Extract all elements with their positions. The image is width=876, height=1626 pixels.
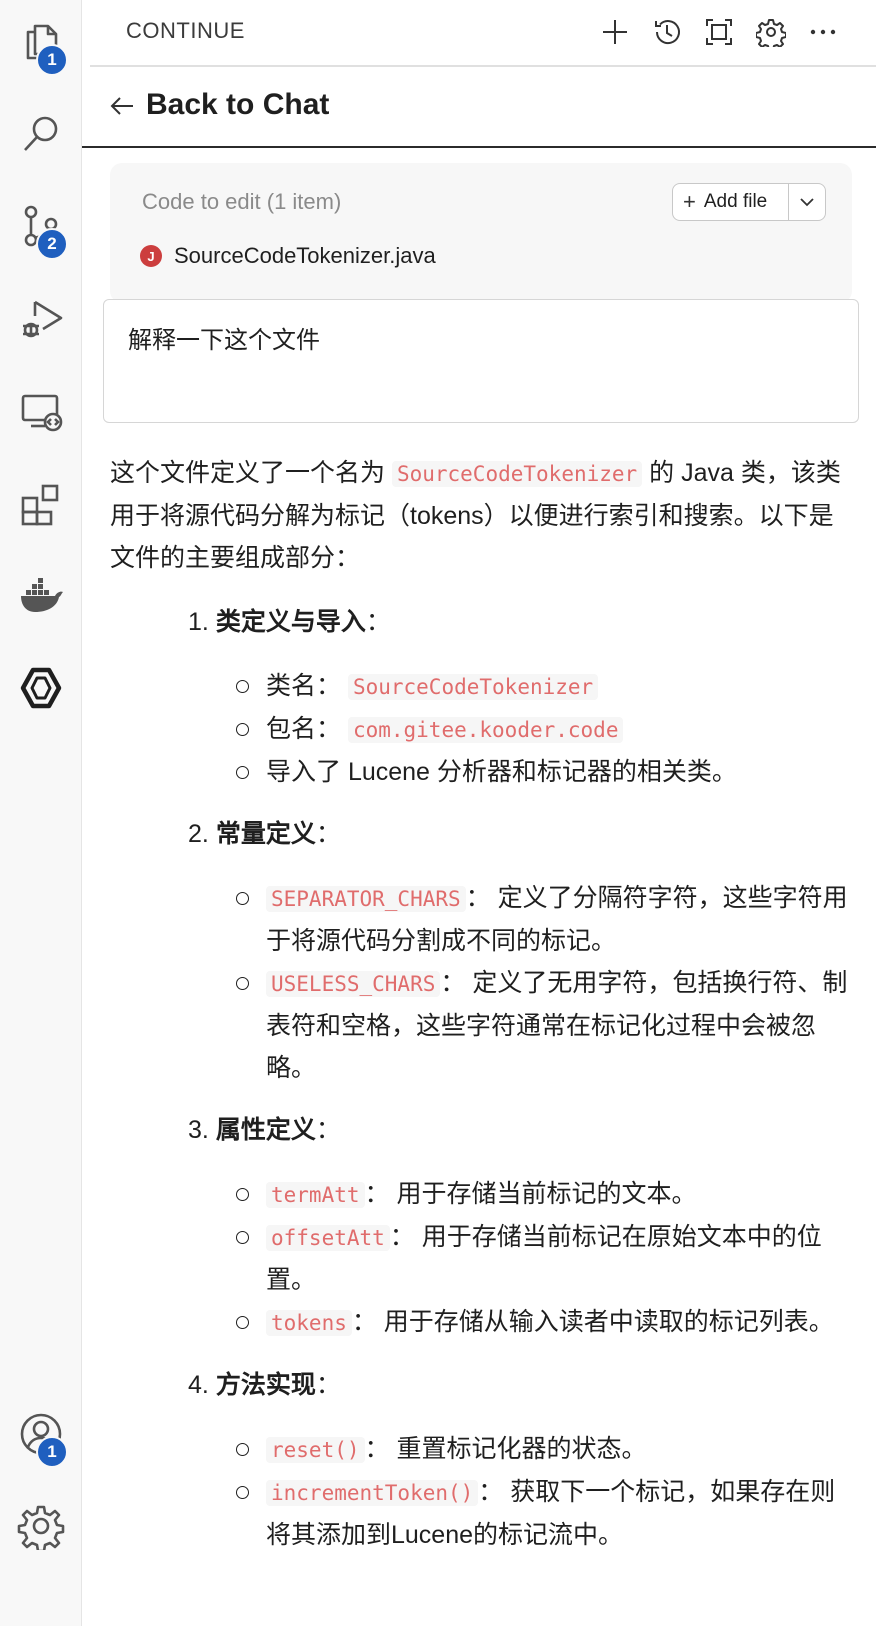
- settings-gear-icon[interactable]: [0, 1486, 82, 1566]
- gear-icon[interactable]: [754, 10, 788, 54]
- prompt-text: 解释一下这个文件: [128, 327, 320, 354]
- docker-icon[interactable]: [0, 556, 82, 636]
- section-item: 1. 类定义与导入： 类名： SourceCodeTokenizer 包名： c…: [110, 601, 852, 793]
- java-file-icon: J: [140, 245, 162, 267]
- back-arrow-icon: [110, 97, 133, 115]
- remote-explorer-icon[interactable]: [0, 372, 82, 452]
- inline-code: SEPARATOR_CHARS: [266, 886, 466, 912]
- section-number: 2.: [188, 820, 209, 848]
- prompt-input[interactable]: 解释一下这个文件: [103, 299, 859, 423]
- code-to-edit-card: Code to edit (1 item) + Add file J Sourc…: [110, 163, 852, 303]
- list-item: incrementToken()： 获取下一个标记，如果存在则将其添加到Luce…: [236, 1471, 852, 1556]
- inline-code: com.gitee.kooder.code: [347, 717, 624, 743]
- section-colon: ：: [315, 1116, 341, 1144]
- bullet-list: 类名： SourceCodeTokenizer 包名： com.gitee.ko…: [236, 665, 852, 793]
- header-divider: [90, 65, 876, 67]
- continue-icon[interactable]: [0, 648, 82, 728]
- list-item: USELESS_CHARS： 定义了无用字符，包括换行符、制表符和空格，这些字符…: [236, 962, 852, 1089]
- section-title: 属性定义: [215, 1116, 316, 1144]
- list-item: 包名： com.gitee.kooder.code: [236, 708, 852, 751]
- section-item: 2. 常量定义： SEPARATOR_CHARS： 定义了分隔符字符，这些字符用…: [110, 813, 852, 1089]
- back-to-chat-label: Back to Chat: [146, 88, 330, 121]
- section-title: 方法实现: [215, 1371, 316, 1399]
- inline-code: reset(): [266, 1437, 365, 1463]
- item-text: 类名：: [266, 672, 348, 700]
- item-text: ： 用于存储当前标记的文本。: [364, 1180, 697, 1208]
- chevron-down-icon: [800, 198, 814, 207]
- list-item: 导入了 Lucene 分析器和标记器的相关类。: [236, 751, 852, 793]
- section-title: 类定义与导入: [215, 608, 366, 636]
- source-control-icon[interactable]: 2: [0, 186, 82, 266]
- item-text: 导入了 Lucene 分析器和标记器的相关类。: [266, 758, 737, 786]
- activity-bar: 1 2 1: [0, 0, 82, 1626]
- fullscreen-icon[interactable]: [702, 10, 736, 54]
- history-icon[interactable]: [650, 10, 684, 54]
- add-file-dropdown[interactable]: [789, 197, 825, 207]
- section-number: 4.: [188, 1371, 209, 1399]
- source-control-badge: 2: [36, 228, 68, 260]
- list-item: offsetAtt： 用于存储当前标记在原始文本中的位置。: [236, 1216, 852, 1301]
- inline-code: USELESS_CHARS: [266, 971, 441, 997]
- account-badge: 1: [36, 1436, 68, 1468]
- response-intro: 这个文件定义了一个名为 SourceCodeTokenizer 的 Java 类…: [110, 452, 852, 579]
- section-list: 1. 类定义与导入： 类名： SourceCodeTokenizer 包名： c…: [110, 601, 852, 1556]
- list-item: SEPARATOR_CHARS： 定义了分隔符字符，这些字符用于将源代码分割成不…: [236, 877, 852, 962]
- header-toolbar: [598, 10, 840, 54]
- add-file-label: Add file: [703, 191, 768, 212]
- inline-code: incrementToken(): [266, 1480, 479, 1506]
- account-icon[interactable]: 1: [0, 1394, 82, 1474]
- add-file-button-group: + Add file: [672, 183, 826, 221]
- list-item: termAtt： 用于存储当前标记的文本。: [236, 1173, 852, 1216]
- inline-code: tokens: [266, 1310, 352, 1336]
- list-item: 类名： SourceCodeTokenizer: [236, 665, 852, 708]
- item-text: 包名：: [266, 715, 348, 743]
- section-item: 4. 方法实现： reset()： 重置标记化器的状态。 incrementTo…: [110, 1364, 852, 1556]
- list-item: tokens： 用于存储从输入读者中读取的标记列表。: [236, 1301, 852, 1344]
- section-colon: ：: [365, 608, 391, 636]
- explorer-badge: 1: [36, 44, 68, 76]
- section-colon: ：: [315, 1371, 341, 1399]
- assistant-response: 这个文件定义了一个名为 SourceCodeTokenizer 的 Java 类…: [110, 452, 852, 1576]
- inline-code: termAtt: [266, 1182, 365, 1208]
- intro-text: 这个文件定义了一个名为: [110, 459, 392, 487]
- item-text: ： 用于存储从输入读者中读取的标记列表。: [351, 1308, 834, 1336]
- item-text: ： 重置标记化器的状态。: [364, 1435, 647, 1463]
- explorer-icon[interactable]: 1: [0, 2, 82, 82]
- code-to-edit-title: Code to edit (1 item): [142, 189, 342, 214]
- extensions-icon[interactable]: [0, 464, 82, 544]
- bullet-list: termAtt： 用于存储当前标记的文本。 offsetAtt： 用于存储当前标…: [236, 1173, 852, 1344]
- plus-icon[interactable]: [598, 10, 632, 54]
- inline-code: SourceCodeTokenizer: [391, 461, 643, 487]
- file-name: SourceCodeTokenizer.java: [174, 243, 436, 268]
- section-colon: ：: [315, 820, 341, 848]
- section-number: 3.: [188, 1116, 209, 1144]
- inline-code: SourceCodeTokenizer: [347, 674, 599, 700]
- search-icon[interactable]: [0, 94, 82, 174]
- add-file-button[interactable]: + Add file: [673, 184, 789, 220]
- section-title: 常量定义: [215, 820, 316, 848]
- bullet-list: SEPARATOR_CHARS： 定义了分隔符字符，这些字符用于将源代码分割成不…: [236, 877, 852, 1089]
- panel-title: CONTINUE: [126, 18, 245, 43]
- panel-header: CONTINUE: [90, 0, 876, 64]
- section-item: 3. 属性定义： termAtt： 用于存储当前标记的文本。 offsetAtt…: [110, 1109, 852, 1344]
- file-item[interactable]: J SourceCodeTokenizer.java: [140, 243, 436, 269]
- back-to-chat-button[interactable]: Back to Chat: [90, 80, 876, 140]
- list-item: reset()： 重置标记化器的状态。: [236, 1428, 852, 1471]
- inline-code: offsetAtt: [266, 1225, 390, 1251]
- bullet-list: reset()： 重置标记化器的状态。 incrementToken()： 获取…: [236, 1428, 852, 1556]
- plus-icon: +: [683, 189, 696, 214]
- more-icon[interactable]: [806, 10, 840, 54]
- run-debug-icon[interactable]: [0, 278, 82, 358]
- back-divider: [82, 146, 876, 148]
- section-number: 1.: [188, 608, 209, 636]
